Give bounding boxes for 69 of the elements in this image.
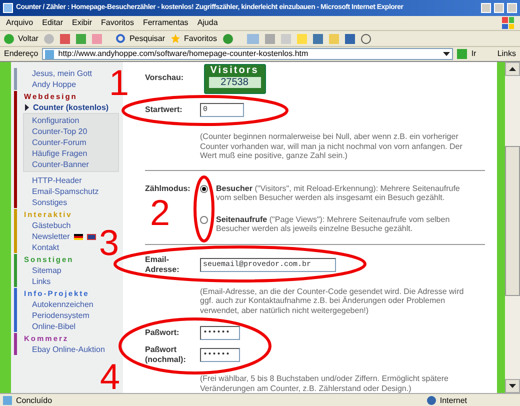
back-button[interactable]: Voltar xyxy=(4,32,38,44)
submenu-link[interactable]: Häufige Fragen xyxy=(24,148,118,159)
british-flag-icon[interactable] xyxy=(86,234,96,240)
radio-button[interactable] xyxy=(200,216,208,224)
triangle-icon xyxy=(25,104,29,111)
option-text: Seitenaufrufe ("Page Views"): Mehrere Seitenaufrufe vom selben Besucher werden als jeweils einzelne Besuche gezählt. xyxy=(216,214,451,234)
sidebar-link[interactable]: Periodensystem xyxy=(32,310,90,321)
sidebar-link[interactable]: Jesus, mein Gott xyxy=(32,68,92,79)
sidebar-link[interactable]: Sonstiges xyxy=(32,197,68,208)
field-label: Startwert: xyxy=(145,105,184,115)
status-text: Concluído xyxy=(16,394,52,406)
help-text: (Counter beginnen normalerweise bei Null, aber wenn z.B. ein vorheriger Counter vorhanden war, will man ja nicht nochmal von vorn anfangen. Der Wert muß eine positive, ganze Zahl sein.) xyxy=(200,132,464,160)
scrollbar[interactable] xyxy=(505,62,520,393)
submenu-link[interactable]: Counter-Top 20 xyxy=(24,126,118,137)
search-button[interactable]: Pesquisar xyxy=(116,32,166,44)
menu-item[interactable]: Arquivo xyxy=(6,17,34,29)
menu-item[interactable]: Favoritos xyxy=(101,17,134,29)
badge-count: 27538 xyxy=(208,77,261,88)
minimize-button[interactable] xyxy=(481,3,491,13)
sidebar-link[interactable]: HTTP-Header xyxy=(32,175,82,186)
help-text: (Email-Adresse, an die der Counter-Code gesendet wird. Die Adresse wird ggf. auch zur Kontaktaufnahme z.B. bei Änderungen oder Problemen verwendet, aber natürlich nicht weitergegeben!) xyxy=(200,286,465,315)
submenu-link[interactable]: Counter-Forum xyxy=(24,137,118,148)
annotation-ellipse xyxy=(194,176,214,242)
sidebar-link[interactable]: Autokennzeichen xyxy=(32,299,94,310)
sidebar-link[interactable]: Email-Spamschutz xyxy=(32,186,99,197)
sidebar-link[interactable]: Kontakt xyxy=(32,242,60,253)
menu-item[interactable]: Ferramentas xyxy=(142,17,188,29)
submenu-link[interactable]: Konfiguration xyxy=(24,115,118,126)
windows-logo-icon xyxy=(502,17,514,29)
scroll-thumb[interactable] xyxy=(505,146,520,296)
sidebar-link[interactable]: Online-Bibel xyxy=(32,321,76,332)
badge-title: Visitors xyxy=(210,65,259,77)
radio-button[interactable] xyxy=(200,184,208,192)
address-label: Endereço xyxy=(4,48,38,60)
sidebar-link[interactable]: Sitemap xyxy=(32,265,62,276)
url-text: http://www.andyhoppe.com/software/homepage-counter-kostenlos.htm xyxy=(58,48,308,60)
field-label: Vorschau: xyxy=(145,73,184,82)
sidebar-link[interactable]: Counter (kostenlos) xyxy=(33,102,109,113)
sidebar-link[interactable]: Links xyxy=(32,276,51,287)
annotation-number: 1 xyxy=(109,68,130,98)
option-text: Besucher ("Visitors", mit Reload-Erkennung): Mehrere Seitenaufrufe vom selben Besucher werden als insgesamt ein Besuch gezählt. xyxy=(216,184,461,202)
field-label: Paßwort: xyxy=(145,328,180,338)
links-label[interactable]: Links xyxy=(497,48,516,60)
close-button[interactable] xyxy=(507,3,517,13)
field-label: Email-Adresse: xyxy=(145,254,180,274)
scroll-down-icon[interactable] xyxy=(505,379,520,393)
address-field[interactable]: http://www.andyhoppe.com/software/homepage-counter-kostenlos.htm xyxy=(42,48,454,60)
annotation-number: 4 xyxy=(100,362,120,392)
sidebar-link[interactable]: Newsletter xyxy=(32,231,70,242)
field-label: Paßwort (nochmal): xyxy=(145,345,187,365)
annotation-number: 2 xyxy=(150,198,170,228)
sidebar-link[interactable]: Ebay Online-Auktion xyxy=(32,344,105,355)
star-icon xyxy=(171,34,180,43)
menu-item[interactable]: Ajuda xyxy=(197,17,218,29)
menu-item[interactable]: Editar xyxy=(42,17,64,29)
dropdown-icon[interactable] xyxy=(443,52,450,56)
help-text: (Frei wählbar, 5 bis 8 Buchstaben und/oder Ziffern. Ermöglicht spätere Veränderungen am Counter, z.B. Zählerstand oder Design.) xyxy=(200,374,450,393)
menu-item[interactable]: Exibir xyxy=(72,17,92,29)
go-button[interactable]: Ir xyxy=(457,48,494,60)
sidebar-link[interactable]: Andy Hoppe xyxy=(32,79,76,90)
german-flag-icon[interactable] xyxy=(74,234,83,240)
sidebar-link[interactable]: Gästebuch xyxy=(32,220,71,231)
scroll-up-icon[interactable] xyxy=(505,62,520,76)
field-label: Zählmodus: xyxy=(145,184,192,194)
favorites-button[interactable]: Favoritos xyxy=(171,32,217,44)
submenu-link[interactable]: Counter-Banner xyxy=(24,159,118,170)
annotation-number: 3 xyxy=(99,228,120,258)
maximize-button[interactable] xyxy=(494,3,504,13)
zone-text: Internet xyxy=(440,394,467,406)
